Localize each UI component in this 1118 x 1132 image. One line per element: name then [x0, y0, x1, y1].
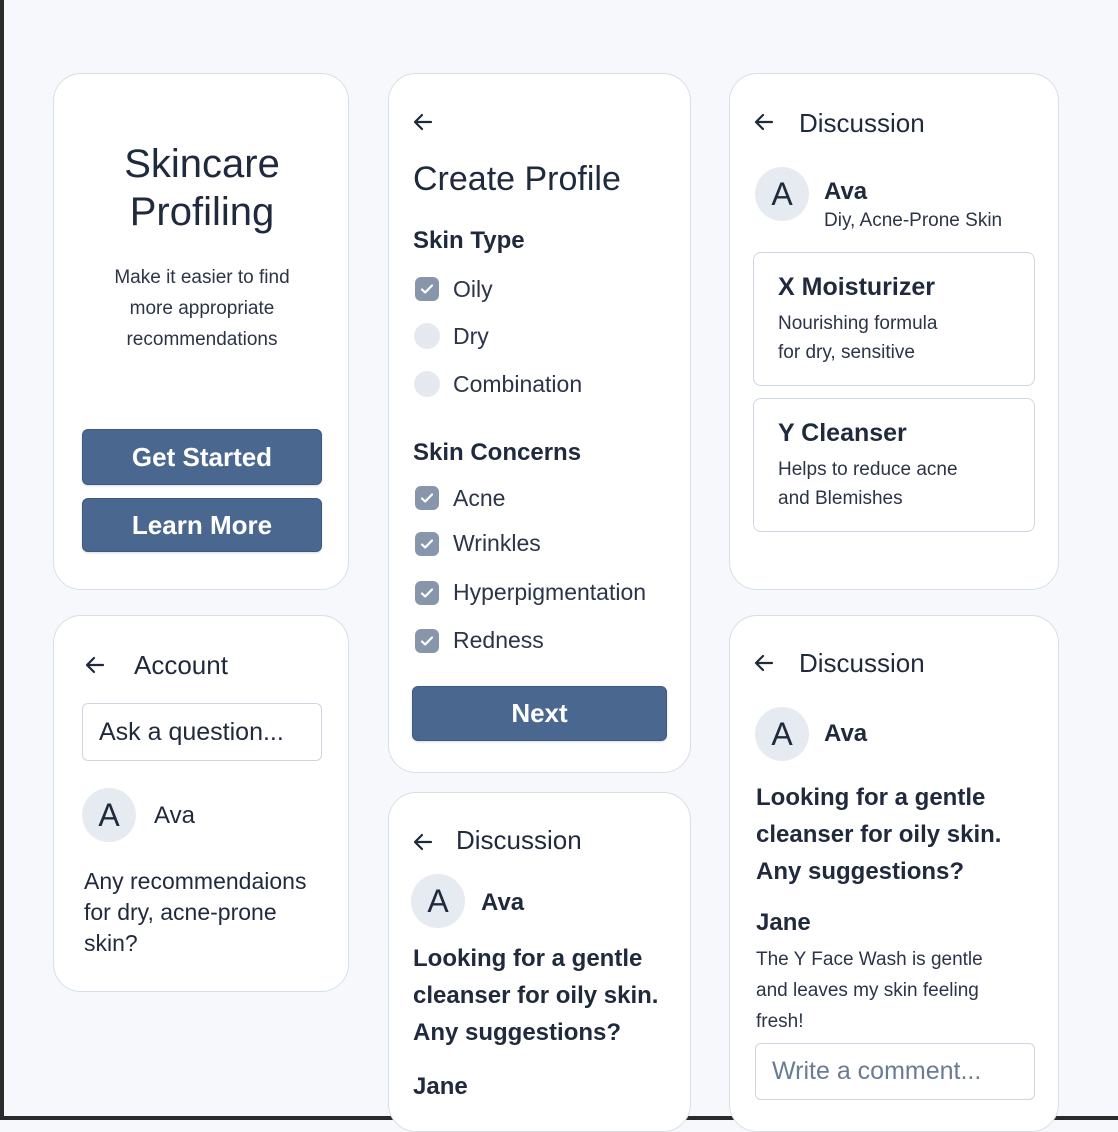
reply-line3: fresh!	[756, 1011, 804, 1032]
skin-type-oily-checkbox[interactable]	[415, 277, 439, 301]
avatar: A	[411, 874, 465, 928]
back-arrow-icon[interactable]	[410, 109, 436, 135]
post-line3: Any suggestions?	[413, 1019, 622, 1046]
product-description-line2: for dry, sensitive	[778, 342, 915, 363]
concern-redness-label: Redness	[453, 627, 544, 653]
concern-wrinkles-label: Wrinkles	[453, 530, 541, 556]
question-line2: for dry, acne-prone	[84, 899, 277, 925]
question-line3: skin?	[84, 930, 138, 956]
welcome-title-line1: Skincare	[124, 142, 280, 186]
recommendations-card: Discussion A Ava Diy, Acne-Prone Skin X …	[729, 73, 1059, 590]
welcome-subtitle-line2: more appropriate	[129, 298, 275, 319]
product-description: Nourishing formula for dry, sensitive	[778, 309, 998, 367]
post-text: Looking for a gentle cleanser for oily s…	[756, 779, 1001, 890]
product-description-line1: Nourishing formula	[778, 313, 938, 334]
concern-redness-checkbox[interactable]	[415, 629, 439, 653]
post-line2: cleanser for oily skin.	[413, 982, 659, 1009]
create-profile-card: Create Profile Skin Type Oily Dry Combin…	[388, 73, 691, 773]
page-title: Create Profile	[413, 160, 621, 198]
back-arrow-icon[interactable]	[410, 829, 436, 855]
post-line3: Any suggestions?	[756, 858, 965, 885]
get-started-button[interactable]: Get Started	[82, 429, 322, 485]
checkmark-icon	[420, 539, 434, 549]
discussion-card: Discussion A Ava Looking for a gentle cl…	[388, 792, 691, 1132]
back-arrow-icon[interactable]	[82, 652, 108, 678]
reply-line2: and leaves my skin feeling	[756, 980, 979, 1001]
welcome-subtitle-line3: recommendations	[126, 329, 278, 350]
concern-wrinkles-checkbox[interactable]	[415, 532, 439, 556]
product-description: Helps to reduce acne and Blemishes	[778, 455, 998, 513]
product-name: X Moisturizer	[778, 273, 935, 301]
user-name: Ava	[154, 802, 195, 829]
reply-line1: The Y Face Wash is gentle	[756, 949, 983, 970]
product-description-line2: and Blemishes	[778, 488, 903, 509]
skin-type-oily-label: Oily	[453, 276, 493, 302]
post-line2: cleanser for oily skin.	[756, 821, 1002, 848]
avatar: A	[755, 707, 809, 761]
back-arrow-icon[interactable]	[751, 650, 777, 676]
next-button[interactable]: Next	[412, 686, 667, 741]
user-skin-type: Diy, Acne-Prone Skin	[824, 210, 1003, 231]
question-text: Any recommendaions for dry, acne-prone s…	[84, 866, 306, 959]
concern-hyperpigmentation-label: Hyperpigmentation	[453, 579, 647, 605]
account-card: Account A Ava Any recommendaions for dry…	[53, 615, 349, 992]
checkmark-icon	[420, 588, 434, 598]
concern-hyperpigmentation-checkbox[interactable]	[415, 581, 439, 605]
post-text: Looking for a gentle cleanser for oily s…	[413, 940, 658, 1051]
user-name: Ava	[824, 178, 868, 205]
welcome-title: Skincare Profiling	[54, 140, 348, 236]
question-line1: Any recommendaions	[84, 868, 307, 894]
reply-text: The Y Face Wash is gentle and leaves my …	[756, 944, 983, 1037]
checkmark-icon	[420, 636, 434, 646]
checkmark-icon	[420, 284, 434, 294]
user-name: Ava	[481, 889, 525, 916]
page-title: Discussion	[799, 648, 925, 678]
skin-type-heading: Skin Type	[413, 227, 525, 254]
concern-acne-label: Acne	[453, 485, 506, 511]
product-card[interactable]: X Moisturizer Nourishing formula for dry…	[753, 252, 1035, 386]
welcome-card: Skincare Profiling Make it easier to fin…	[53, 73, 349, 590]
learn-more-button[interactable]: Learn More	[82, 498, 322, 552]
post-line1: Looking for a gentle	[756, 784, 986, 811]
skin-concerns-heading: Skin Concerns	[413, 439, 582, 466]
page-title: Discussion	[456, 825, 582, 855]
welcome-subtitle: Make it easier to find more appropriate …	[54, 262, 348, 355]
avatar: A	[755, 167, 809, 221]
page-title: Discussion	[799, 108, 925, 138]
skin-type-dry-label: Dry	[453, 323, 489, 349]
welcome-subtitle-line1: Make it easier to find	[114, 267, 290, 288]
avatar: A	[82, 788, 136, 842]
reply-author: Jane	[756, 909, 811, 936]
skin-type-combination-label: Combination	[453, 371, 583, 397]
post-line1: Looking for a gentle	[413, 945, 643, 972]
skin-type-combination-radio[interactable]	[414, 371, 440, 397]
user-name: Ava	[824, 720, 868, 747]
window-frame-left	[0, 0, 4, 1120]
product-description-line1: Helps to reduce acne	[778, 459, 958, 480]
skin-type-dry-radio[interactable]	[414, 323, 440, 349]
comment-input[interactable]	[755, 1043, 1035, 1100]
discussion-card: Discussion A Ava Looking for a gentle cl…	[729, 615, 1059, 1132]
concern-acne-checkbox[interactable]	[415, 486, 439, 510]
reply-author: Jane	[413, 1073, 468, 1100]
checkmark-icon	[420, 493, 434, 503]
question-input[interactable]	[82, 703, 322, 761]
page-title: Account	[134, 650, 228, 680]
product-card[interactable]: Y Cleanser Helps to reduce acne and Blem…	[753, 398, 1035, 532]
welcome-title-line2: Profiling	[129, 190, 275, 234]
product-name: Y Cleanser	[778, 419, 907, 447]
back-arrow-icon[interactable]	[751, 109, 777, 135]
